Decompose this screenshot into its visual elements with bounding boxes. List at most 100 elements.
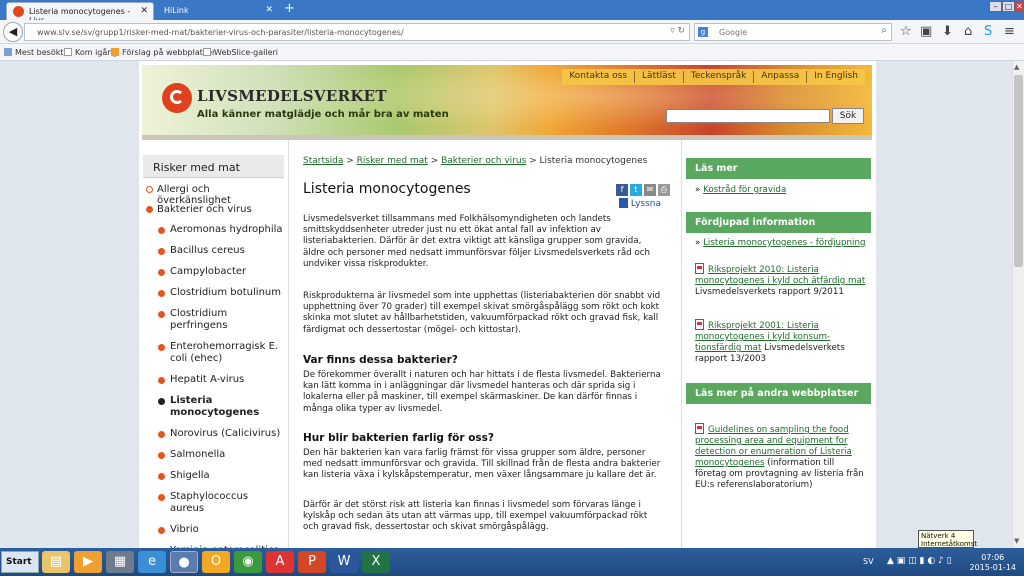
start-button[interactable]: Start [1, 551, 39, 573]
bookmark-kom-igang[interactable]: Kom igång [64, 48, 117, 57]
site-search-input[interactable] [666, 109, 830, 123]
sub-nav-item[interactable]: Bacillus cereus [143, 245, 284, 257]
speaker-icon [618, 198, 628, 208]
outlook-icon[interactable]: O [202, 551, 230, 573]
back-arrow-icon[interactable]: ◀ [3, 22, 23, 42]
media-player-icon[interactable]: ▶ [74, 551, 102, 573]
maximize-icon[interactable]: □ [1002, 1, 1015, 12]
page-icon [64, 48, 72, 56]
reload-icon[interactable]: ▿ ↻ [670, 26, 685, 36]
magnifier-icon[interactable]: ⌕ [881, 25, 887, 36]
sub-nav-item[interactable]: Norovirus (Calicivirus) [143, 428, 284, 440]
breadcrumb-risker[interactable]: Risker med mat [357, 156, 428, 166]
google-icon: g [698, 27, 708, 37]
listen-button[interactable]: Lyssna [618, 198, 661, 209]
bookmark-star-icon[interactable]: ☆ [900, 24, 912, 39]
scroll-down-icon[interactable]: ▼ [1014, 537, 1019, 545]
bookmark-mest-besokta[interactable]: Mest besökta [4, 48, 68, 57]
topnav-english[interactable]: In English [806, 71, 865, 83]
site-search-button[interactable]: Sök [832, 108, 864, 124]
firefox-icon[interactable]: ● [170, 551, 198, 573]
new-tab-icon[interactable]: + [284, 1, 295, 16]
close-window-icon[interactable]: ✕ [1015, 1, 1024, 12]
acrobat-icon[interactable]: A [266, 551, 294, 573]
facebook-icon[interactable]: f [616, 184, 628, 196]
page-title: Listeria monocytogenes [303, 181, 471, 197]
scroll-up-icon[interactable]: ▲ [1014, 63, 1019, 71]
bookmark-webslice[interactable]: WebSlice-galleri [203, 48, 278, 57]
topnav-lattlast[interactable]: Lättläst [634, 71, 683, 83]
network-tooltip: Nätverk 4 Internetåtkomst [918, 530, 977, 548]
page-viewport: LIVSMEDELSVERKET Alla känner matglädje o… [0, 61, 1012, 548]
site-tagline: Alla känner matglädje och mår bra av mat… [197, 109, 449, 120]
nav-item-bakterier[interactable]: Bakterier och virus [143, 198, 284, 218]
email-icon[interactable]: ✉ [644, 184, 656, 196]
twitter-icon[interactable]: t [630, 184, 642, 196]
sub-nav-item[interactable]: Enterohemorragisk E. coli (ehec) [143, 341, 284, 365]
doc-note-2010: Livsmedelsverkets rapport 9/2011 [695, 287, 844, 297]
bullet-icon [158, 398, 165, 405]
bullet-icon [158, 527, 165, 534]
sub-nav-item[interactable]: Clostridium botulinum [143, 287, 284, 299]
breadcrumb-bakterier[interactable]: Bakterier och virus [441, 156, 526, 166]
language-indicator[interactable]: SV [863, 557, 874, 566]
url-field[interactable]: www.slv.se/sv/grupp1/risker-med-mat/bakt… [24, 23, 690, 41]
sidebar-link-kostrad[interactable]: » Kostråd för gravida [695, 185, 867, 196]
sub-nav-item[interactable]: Shigella [143, 470, 284, 482]
tab-hilink[interactable]: HiLink ✕ [156, 2, 278, 20]
clock[interactable]: 07:06 2015-01-14 [970, 553, 1017, 573]
sub-nav-item[interactable]: Listeria monocytogenes [143, 395, 284, 419]
print-icon[interactable]: ⎙ [658, 184, 670, 196]
home-icon[interactable]: ⌂ [964, 24, 972, 39]
bookmarks-bar: Mest besökta Kom igång Förslag på webbpl… [0, 44, 1024, 61]
paragraph-var-finns: De förekommer överallt i naturen och har… [303, 370, 661, 414]
site-container: LIVSMEDELSVERKET Alla känner matglädje o… [139, 61, 876, 548]
tray-icons[interactable]: ▲ ▣ ◫ ▮ ◐ ♪ ▯ [887, 556, 952, 566]
minimize-icon[interactable]: – [989, 1, 1002, 12]
topnav-teckensprak[interactable]: Teckenspråk [682, 71, 753, 83]
site-logo[interactable]: LIVSMEDELSVERKET [197, 87, 387, 105]
sub-nav-item[interactable]: Vibrio [143, 524, 284, 536]
skype-icon[interactable]: S [984, 24, 992, 39]
search-input[interactable]: g Google ⌕ [694, 23, 892, 41]
bullet-icon [158, 377, 165, 384]
clipboard-icon[interactable]: ▣ [920, 24, 932, 39]
sub-nav-item[interactable]: Clostridium perfringens [143, 308, 284, 332]
download-icon[interactable]: ⬇ [942, 24, 953, 39]
bullet-icon [158, 311, 165, 318]
sidebar-doc-2010: Riksprojekt 2010: Listeria monocytogenes… [695, 263, 867, 298]
topnav-kontakta[interactable]: Kontakta oss [562, 71, 634, 83]
word-icon[interactable]: W [330, 551, 358, 573]
paragraph-risk: Därför är det störst risk att listeria k… [303, 500, 648, 533]
internet-explorer-icon[interactable]: e [138, 551, 166, 573]
sub-nav-item[interactable]: Campylobacter [143, 266, 284, 278]
excel-icon[interactable]: X [362, 551, 390, 573]
chrome-icon[interactable]: ◉ [234, 551, 262, 573]
close-tab-icon[interactable]: ✕ [140, 6, 148, 16]
nav-item-allergi[interactable]: Allergi och överkänslighet [143, 178, 284, 206]
topnav-anpassa[interactable]: Anpassa [753, 71, 806, 83]
bookmark-forslag[interactable]: Förslag på webbplatser [111, 48, 215, 57]
sub-nav-item[interactable]: Aeromonas hydrophila [143, 224, 284, 236]
sub-nav-item[interactable]: Staphylococcus aureus [143, 491, 284, 515]
breadcrumb-startsida[interactable]: Startsida [303, 156, 343, 166]
logo-emblem-icon[interactable] [162, 83, 192, 113]
sub-nav-item[interactable]: Salmonella [143, 449, 284, 461]
menu-icon[interactable]: ≡ [1004, 24, 1015, 39]
tab-listeria[interactable]: Listeria monocytogenes - Livs... ✕ [6, 2, 154, 25]
browser-navbar: ◀ www.slv.se/sv/grupp1/risker-med-mat/ba… [0, 20, 1024, 44]
powerpoint-icon[interactable]: P [298, 551, 326, 573]
sidebar-link-fordjupning[interactable]: » Listeria monocytogenes - fördjupning [695, 238, 867, 249]
bullet-icon [158, 227, 165, 234]
sub-nav-item[interactable]: Hepatit A-virus [143, 374, 284, 386]
network-app-icon[interactable]: ▦ [106, 551, 134, 573]
explorer-icon[interactable]: ▤ [42, 551, 70, 573]
ie-icon [111, 48, 119, 56]
doc-link-2010[interactable]: Riksprojekt 2010: Listeria monocytogenes… [695, 265, 865, 286]
left-nav-heading[interactable]: Risker med mat [143, 155, 284, 178]
close-tab-icon[interactable]: ✕ [265, 5, 273, 15]
sub-nav-list: Aeromonas hydrophila Bacillus cereus Campy… [143, 224, 284, 548]
page-scrollbar[interactable]: ▲ ▼ [1012, 61, 1024, 548]
bullet-icon [158, 431, 165, 438]
scroll-thumb[interactable] [1014, 75, 1023, 267]
